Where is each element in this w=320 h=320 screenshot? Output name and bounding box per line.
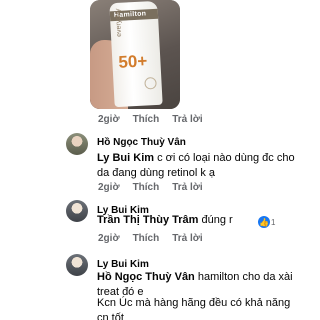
comment-actions: 2giờ Thích Trả lời	[98, 233, 203, 244]
avatar[interactable]	[66, 254, 88, 276]
photo-actions: 2giờ Thích Trả lời	[98, 114, 203, 125]
like-button[interactable]: Thích	[133, 182, 160, 193]
comment-author[interactable]: Hồ Ngọc Thuỳ Vân	[97, 137, 186, 148]
comment-author[interactable]: Ly Bui Kim	[97, 259, 149, 270]
like-button[interactable]: Thích	[133, 114, 160, 125]
reply-button[interactable]: Trả lời	[172, 182, 202, 193]
tube-line-text: everyday	[114, 8, 124, 38]
comment-text: Ly Bui Kim c ơi có loại nào dùng đc cho …	[97, 151, 307, 181]
product-photo[interactable]: Hamilton everyday 50+	[90, 0, 180, 109]
like-reaction-icon: 👍	[258, 216, 270, 228]
time-label: 2giờ	[98, 233, 120, 244]
avatar[interactable]	[66, 133, 88, 155]
sunscreen-tube: Hamilton everyday 50+	[109, 0, 163, 108]
reply-button[interactable]: Trả lời	[172, 233, 202, 244]
reaction-count: 1	[271, 217, 276, 227]
avatar[interactable]	[66, 200, 88, 222]
comment-text-continued: Kcn Úc mà hàng hãng đều có khả năng cn t…	[97, 297, 291, 320]
mention-link[interactable]: Trần Thị Thùy Trâm	[97, 214, 198, 226]
reaction-badge[interactable]: 👍 1	[258, 216, 275, 228]
mention-link[interactable]: Ly Bui Kim	[97, 152, 154, 164]
time-label: 2giờ	[98, 114, 120, 125]
tube-spf-text: 50+	[117, 51, 148, 72]
mention-link[interactable]: Hồ Ngọc Thuỳ Vân	[97, 271, 195, 283]
comment-body: đúng r	[198, 214, 233, 226]
time-label: 2giờ	[98, 182, 120, 193]
comment-actions: 2giờ Thích Trả lời	[98, 182, 203, 193]
tube-logo-circle	[144, 76, 157, 90]
like-button[interactable]: Thích	[133, 233, 160, 244]
reply-button[interactable]: Trả lời	[172, 114, 202, 125]
